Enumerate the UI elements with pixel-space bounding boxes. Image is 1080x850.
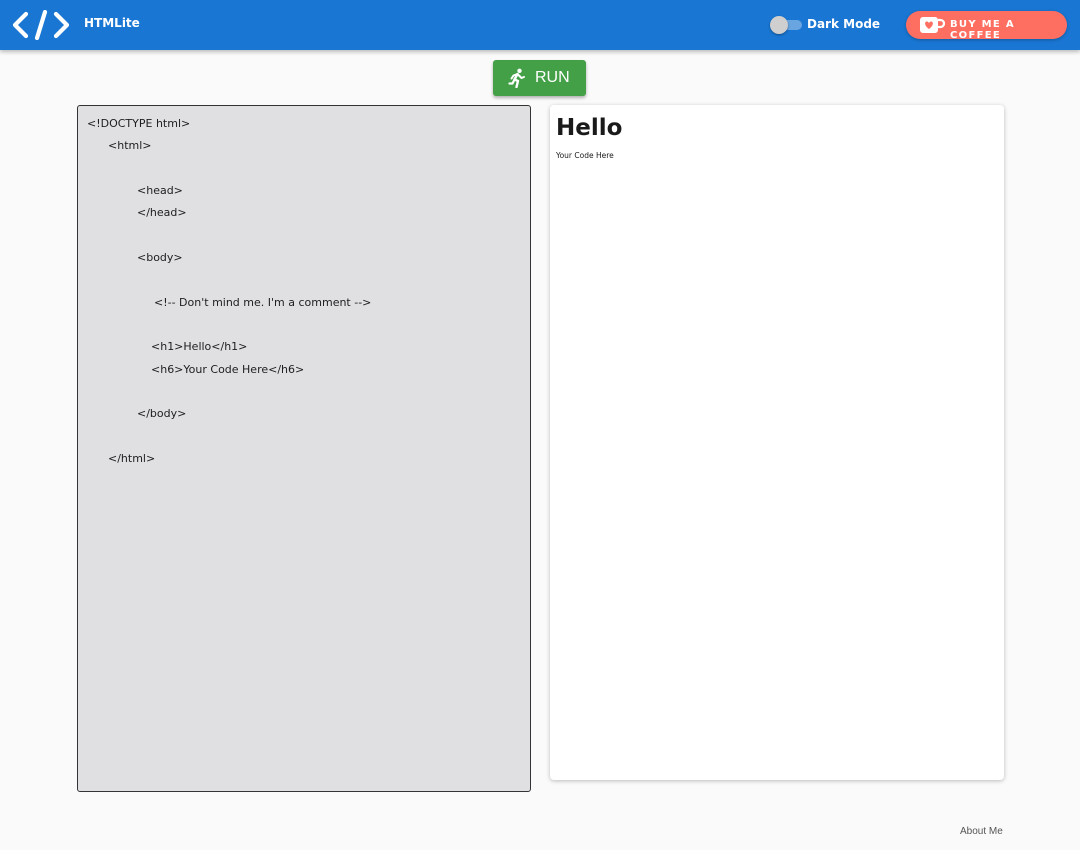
dark-mode-toggle[interactable]: [770, 16, 802, 34]
toggle-thumb[interactable]: [770, 16, 788, 34]
preview-pane: Hello Your Code Here: [550, 105, 1004, 780]
code-line: <!DOCTYPE html>: [87, 117, 191, 130]
coffee-button-label: BUY ME A COFFEE: [950, 19, 1015, 41]
code-line: </body>: [137, 407, 187, 420]
run-button-label: RUN: [535, 69, 570, 86]
code-line: <body>: [137, 251, 183, 264]
code-editor[interactable]: <!DOCTYPE html> <html> <head> </head> <b…: [77, 105, 531, 792]
app-bar: HTMLite Dark Mode BUY ME A COFFEE: [0, 0, 1080, 50]
code-brackets-icon[interactable]: [12, 10, 70, 40]
code-line: </head>: [137, 206, 187, 219]
code-line: <!-- Don't mind me. I'm a comment -->: [154, 296, 372, 309]
app-title: HTMLite: [84, 16, 140, 30]
code-line: <html>: [108, 139, 152, 152]
dark-mode-label: Dark Mode: [807, 17, 881, 31]
code-line: <h6>Your Code Here</h6>: [151, 363, 305, 376]
code-line: <head>: [137, 184, 183, 197]
running-person-icon: [508, 68, 525, 88]
run-button[interactable]: RUN: [493, 60, 586, 96]
preview-heading: Hello: [556, 115, 623, 141]
coffee-cup-heart-icon: [920, 17, 945, 33]
code-line: <h1>Hello</h1>: [151, 340, 248, 353]
about-me-link[interactable]: About Me: [960, 826, 1003, 837]
code-line: </html>: [108, 452, 156, 465]
buy-me-a-coffee-button[interactable]: BUY ME A COFFEE: [906, 11, 1067, 41]
preview-subheading: Your Code Here: [556, 151, 614, 160]
